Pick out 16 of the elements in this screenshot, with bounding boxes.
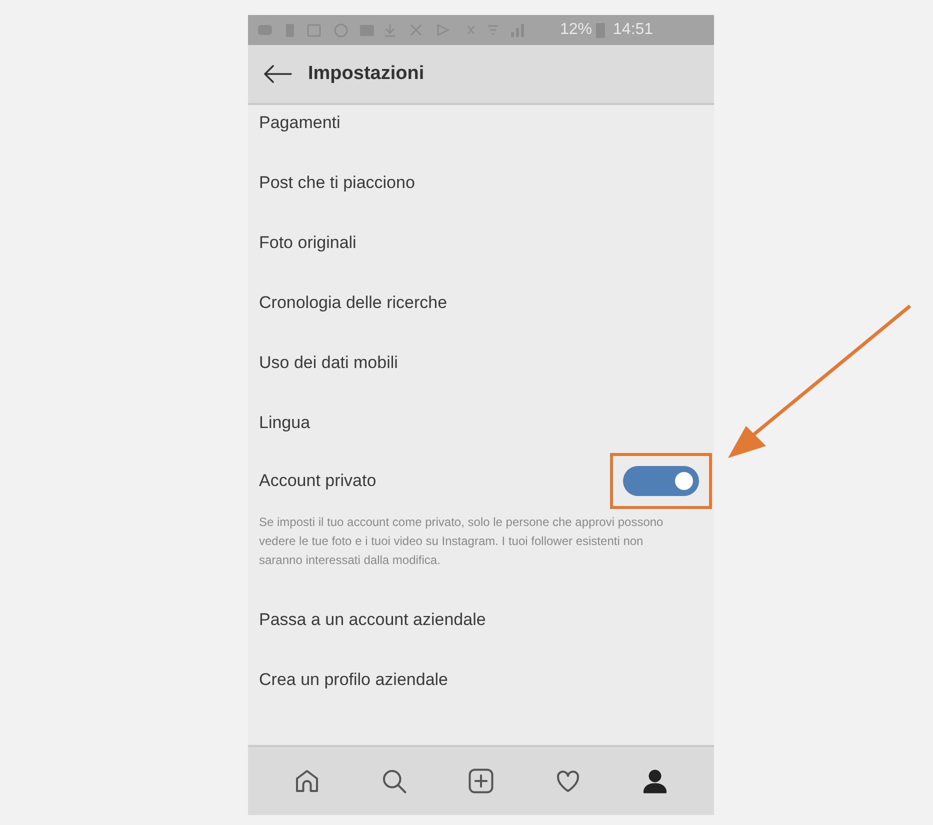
battery-level: 12% <box>560 20 592 40</box>
settings-item[interactable]: Lingua <box>259 393 703 453</box>
settings-item[interactable]: Foto originali <box>259 213 703 273</box>
settings-label: Account privato <box>259 470 376 492</box>
toggle-switch[interactable] <box>623 466 699 496</box>
back-arrow-icon[interactable] <box>264 65 292 83</box>
settings-item[interactable]: Cronologia delle ricerche <box>259 273 703 333</box>
settings-item[interactable]: Post che ti piacciono <box>259 153 703 213</box>
settings-item[interactable]: Uso dei dati mobili <box>259 333 703 393</box>
settings-item[interactable]: Pagamenti <box>259 93 703 153</box>
settings-item[interactable]: Crea un profilo aziendale <box>259 650 703 710</box>
setting-description: Se imposti il tuo account come privato, solo le persone che approvi possono vedere le tue foto e i tuoi video su Instagram. I tuoi follower esistenti non saranno interessati dalla modifica. <box>259 514 664 569</box>
settings-item[interactable]: Passa a un account aziendale <box>259 590 703 650</box>
add-icon[interactable] <box>466 766 496 796</box>
clock: 14:51 <box>613 20 654 40</box>
screen-title: Impostazioni <box>308 62 424 86</box>
